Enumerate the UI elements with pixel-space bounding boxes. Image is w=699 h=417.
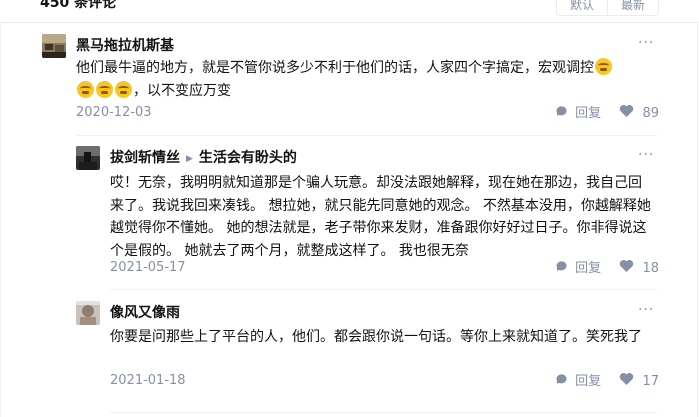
divider bbox=[76, 135, 657, 136]
comment-actions: 回复 18 bbox=[554, 259, 659, 279]
like-count: 17 bbox=[642, 374, 659, 389]
reply-button[interactable]: 回复 bbox=[575, 105, 601, 123]
comment-item: 黑马拖拉机斯基 ··· 他们最牛逼的地方，就是不管你说多少不利于他们的话，人家四… bbox=[42, 34, 659, 129]
divider bbox=[110, 412, 657, 413]
like-icon[interactable] bbox=[619, 372, 634, 392]
comment-text: 他们最牛逼的地方，就是不管你说多少不利于他们的话，人家四个字搞定，宏观调控 ，以… bbox=[76, 57, 656, 102]
author-name[interactable]: 黑马拖拉机斯基 bbox=[76, 35, 174, 57]
avatar[interactable] bbox=[76, 301, 100, 325]
comment-count: 450 条评论 bbox=[40, 0, 117, 11]
comment-date: 2021-05-17 bbox=[110, 260, 186, 275]
like-icon[interactable] bbox=[619, 259, 634, 279]
comment-text: 哎！无奈，我明明就知道那是个骗人玩意。却没法跟她解释，现在她在那边，我自己回来了… bbox=[110, 175, 651, 259]
sort-default-button[interactable]: 默认 bbox=[557, 0, 607, 15]
reply-to-arrow-icon: ▶ bbox=[186, 154, 193, 164]
like-count: 89 bbox=[642, 106, 659, 121]
reply-icon[interactable] bbox=[554, 372, 568, 392]
more-options-icon[interactable]: ··· bbox=[638, 303, 654, 317]
comments-header: 450 条评论 默认 最新 bbox=[0, 0, 699, 23]
doge-emoji-icon bbox=[115, 80, 132, 98]
comment-date: 2021-01-18 bbox=[110, 373, 186, 388]
comment-text: 你要是问那些上了平台的人，他们。都会跟你说一句话。等你上来就知道了。笑死我了 bbox=[110, 329, 642, 345]
avatar[interactable] bbox=[42, 34, 66, 58]
doge-emoji-icon bbox=[77, 80, 94, 98]
more-options-icon[interactable]: ··· bbox=[638, 148, 654, 162]
comment-date: 2020-12-03 bbox=[76, 105, 152, 120]
right-border bbox=[697, 22, 698, 417]
comment-text-line2: ，以不变应万变 bbox=[133, 82, 231, 99]
doge-emoji-icon bbox=[595, 58, 612, 75]
more-options-icon[interactable]: ··· bbox=[638, 36, 654, 50]
doge-emoji-icon bbox=[96, 80, 113, 98]
reply-button[interactable]: 回复 bbox=[575, 260, 601, 278]
author-name: 拔剑斩情丝 ▶ 生活会有盼头的 bbox=[110, 147, 297, 170]
sort-latest-button[interactable]: 最新 bbox=[607, 0, 658, 15]
comment-actions: 回复 89 bbox=[554, 104, 659, 124]
divider bbox=[110, 289, 657, 290]
like-count: 18 bbox=[642, 261, 659, 276]
reply-icon[interactable] bbox=[554, 259, 568, 279]
reply-to-name[interactable]: 生活会有盼头的 bbox=[199, 150, 297, 166]
reply-button[interactable]: 回复 bbox=[575, 373, 601, 391]
avatar[interactable] bbox=[76, 146, 100, 170]
sort-toggle: 默认 最新 bbox=[556, 0, 659, 16]
comment-actions: 回复 17 bbox=[554, 372, 659, 392]
author-name[interactable]: 像风又像雨 bbox=[110, 302, 180, 324]
comment-item: 像风又像雨 ··· 你要是问那些上了平台的人，他们。都会跟你说一句话。等你上来就… bbox=[76, 301, 659, 396]
left-border bbox=[0, 22, 1, 417]
like-icon[interactable] bbox=[619, 104, 634, 124]
comment-text-line1: 他们最牛逼的地方，就是不管你说多少不利于他们的话，人家四个字搞定，宏观调控 bbox=[76, 60, 594, 76]
comment-item: 拔剑斩情丝 ▶ 生活会有盼头的 ··· 哎！无奈，我明明就知道那是个骗人玩意。却没法… bbox=[76, 146, 659, 281]
author-name-link[interactable]: 拔剑斩情丝 bbox=[110, 150, 180, 166]
reply-icon[interactable] bbox=[554, 104, 568, 124]
